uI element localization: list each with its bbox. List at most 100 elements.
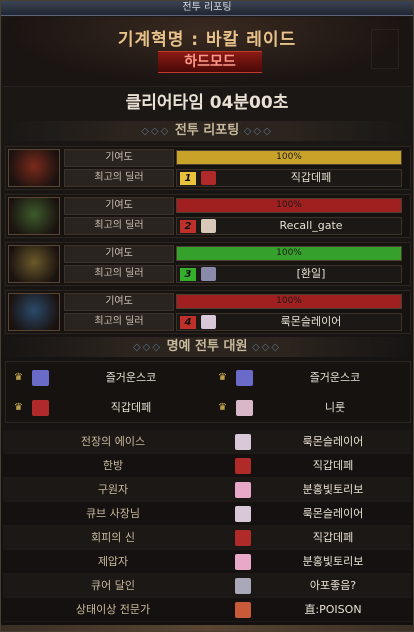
honor-members-grid: ♛ 즐거운스코 ♛ 즐거운스코 ♛ 직갑데페 ♛ 니룻 (5, 361, 411, 423)
character-portrait-icon (32, 400, 49, 416)
honor-section-header: ◇◇◇ 명예 전투 대원 ◇◇◇ (3, 337, 411, 357)
rank-badge: 4 (180, 316, 196, 329)
contribution-label: 기여도 (64, 245, 174, 263)
honor-member[interactable]: ♛ 즐거운스코 (210, 364, 410, 392)
party-block: 기여도 100% 최고의 딜러 4 룩몬슬레이어 (5, 290, 411, 334)
honor-member[interactable]: ♛ 즐거운스코 (6, 364, 206, 392)
window-title: 전투 리포팅 (1, 1, 413, 16)
best-dealer-label: 최고의 딜러 (64, 313, 174, 331)
award-player-name: 분홍빛토리보 (302, 555, 364, 568)
character-portrait-icon (235, 554, 251, 570)
difficulty-badge: 하드모드 (158, 51, 262, 73)
award-player-name: 直:POISON (304, 603, 362, 616)
award-player-name: 룩몬슬레이어 (302, 507, 364, 520)
honor-member-name: 직갑데페 (110, 401, 152, 414)
honor-member-name: 즐거운스코 (105, 371, 157, 384)
award-title: 전장의 에이스 (80, 435, 146, 448)
ornament-left-icon: ◇◇◇ (141, 126, 171, 137)
character-portrait-icon (235, 458, 251, 474)
character-portrait-icon (201, 219, 216, 233)
award-row[interactable]: 한방 직갑데페 (3, 454, 411, 478)
clear-time: 클리어타임 04분00초 (125, 93, 289, 113)
best-dealer-cell[interactable]: 4 룩몬슬레이어 (176, 313, 402, 331)
report-section-title: 전투 리포팅 (174, 123, 240, 138)
best-dealer-name: [환일] (296, 267, 326, 280)
best-dealer-label: 최고의 딜러 (64, 169, 174, 187)
character-portrait-icon (32, 370, 49, 386)
award-player-name: 아포좋음? (309, 579, 357, 592)
raid-header: 기계혁명 : 바칼 레이드 하드모드 (3, 17, 411, 87)
award-player-name: 직갑데페 (312, 531, 354, 544)
honor-member-name: 니룻 (324, 401, 346, 414)
window-bottom-border (1, 625, 414, 631)
ornament-left-icon: ◇◇◇ (132, 342, 163, 353)
awards-list: 전장의 에이스 룩몬슬레이어 한방 직갑데페 구원자 분홍빛토리보 큐브 사장님… (3, 430, 411, 622)
best-dealer-name: 직갑데페 (290, 171, 332, 184)
best-dealer-cell[interactable]: 3 [환일] (176, 265, 402, 283)
party-block: 기여도 100% 최고의 딜러 1 직갑데페 (5, 146, 411, 190)
character-portrait-icon (235, 530, 251, 546)
rank-badge: 1 (180, 172, 196, 185)
crown-icon: ♛ (14, 372, 23, 383)
character-portrait-icon (235, 602, 251, 618)
character-portrait-icon (235, 506, 251, 522)
character-portrait-icon (235, 434, 251, 450)
party-block: 기여도 100% 최고의 딜러 3 [환일] (5, 242, 411, 286)
award-row[interactable]: 구원자 분홍빛토리보 (3, 478, 411, 502)
contribution-label: 기여도 (64, 149, 174, 167)
contribution-bar: 100% (176, 246, 402, 261)
best-dealer-name: 룩몬슬레이어 (280, 315, 342, 328)
character-portrait-icon (236, 370, 253, 386)
award-title: 제압자 (97, 555, 129, 568)
character-portrait-icon (201, 315, 216, 329)
character-portrait-icon (201, 171, 216, 185)
honor-member-name: 즐거운스코 (309, 371, 361, 384)
award-title: 한방 (102, 459, 124, 472)
character-portrait-icon (201, 267, 216, 281)
contribution-bar: 100% (176, 198, 402, 213)
award-title: 큐브 사장님 (85, 507, 141, 520)
emblem-decoration (371, 29, 399, 69)
honor-member[interactable]: ♛ 니룻 (210, 394, 410, 422)
award-title: 큐어 달인 (91, 579, 135, 592)
award-row[interactable]: 큐어 달인 아포좋음? (3, 574, 411, 598)
best-dealer-cell[interactable]: 1 직갑데페 (176, 169, 402, 187)
award-player-name: 룩몬슬레이어 (302, 435, 364, 448)
contribution-bar: 100% (176, 294, 402, 309)
battle-report-window: 전투 리포팅 기계혁명 : 바칼 레이드 하드모드 클리어타임 04분00초 ◇… (0, 0, 414, 632)
party-block: 기여도 100% 최고의 딜러 2 Recall_gate (5, 194, 411, 238)
crown-icon: ♛ (218, 372, 227, 383)
character-portrait-icon (236, 400, 253, 416)
crown-icon: ♛ (14, 402, 23, 413)
award-row[interactable]: 전장의 에이스 룩몬슬레이어 (3, 430, 411, 454)
class-emblem-icon (8, 149, 60, 187)
award-row[interactable]: 큐브 사장님 룩몬슬레이어 (3, 502, 411, 526)
honor-section-title: 명예 전투 대원 (166, 339, 248, 354)
best-dealer-cell[interactable]: 2 Recall_gate (176, 217, 402, 235)
award-row[interactable]: 제압자 분홍빛토리보 (3, 550, 411, 574)
raid-title: 기계혁명 : 바칼 레이드 (117, 30, 297, 50)
award-player-name: 직갑데페 (312, 459, 354, 472)
best-dealer-label: 최고의 딜러 (64, 265, 174, 283)
award-player-name: 분홍빛토리보 (302, 483, 364, 496)
rank-badge: 3 (180, 268, 196, 281)
award-row[interactable]: 상태이상 전문가 直:POISON (3, 598, 411, 622)
rank-badge: 2 (180, 220, 196, 233)
best-dealer-label: 최고의 딜러 (64, 217, 174, 235)
crown-icon: ♛ (218, 402, 227, 413)
contribution-label: 기여도 (64, 293, 174, 311)
character-portrait-icon (235, 578, 251, 594)
ornament-right-icon: ◇◇◇ (243, 126, 273, 137)
report-section-header: ◇◇◇ 전투 리포팅 ◇◇◇ (3, 121, 411, 141)
honor-member[interactable]: ♛ 직갑데페 (6, 394, 206, 422)
contribution-bar: 100% (176, 150, 402, 165)
contribution-label: 기여도 (64, 197, 174, 215)
class-emblem-icon (8, 293, 60, 331)
award-title: 구원자 (97, 483, 129, 496)
award-title: 상태이상 전문가 (75, 603, 151, 616)
award-title: 회피의 신 (91, 531, 135, 544)
award-row[interactable]: 회피의 신 직갑데페 (3, 526, 411, 550)
ornament-right-icon: ◇◇◇ (251, 342, 282, 353)
best-dealer-name: Recall_gate (279, 219, 343, 232)
class-emblem-icon (8, 197, 60, 235)
